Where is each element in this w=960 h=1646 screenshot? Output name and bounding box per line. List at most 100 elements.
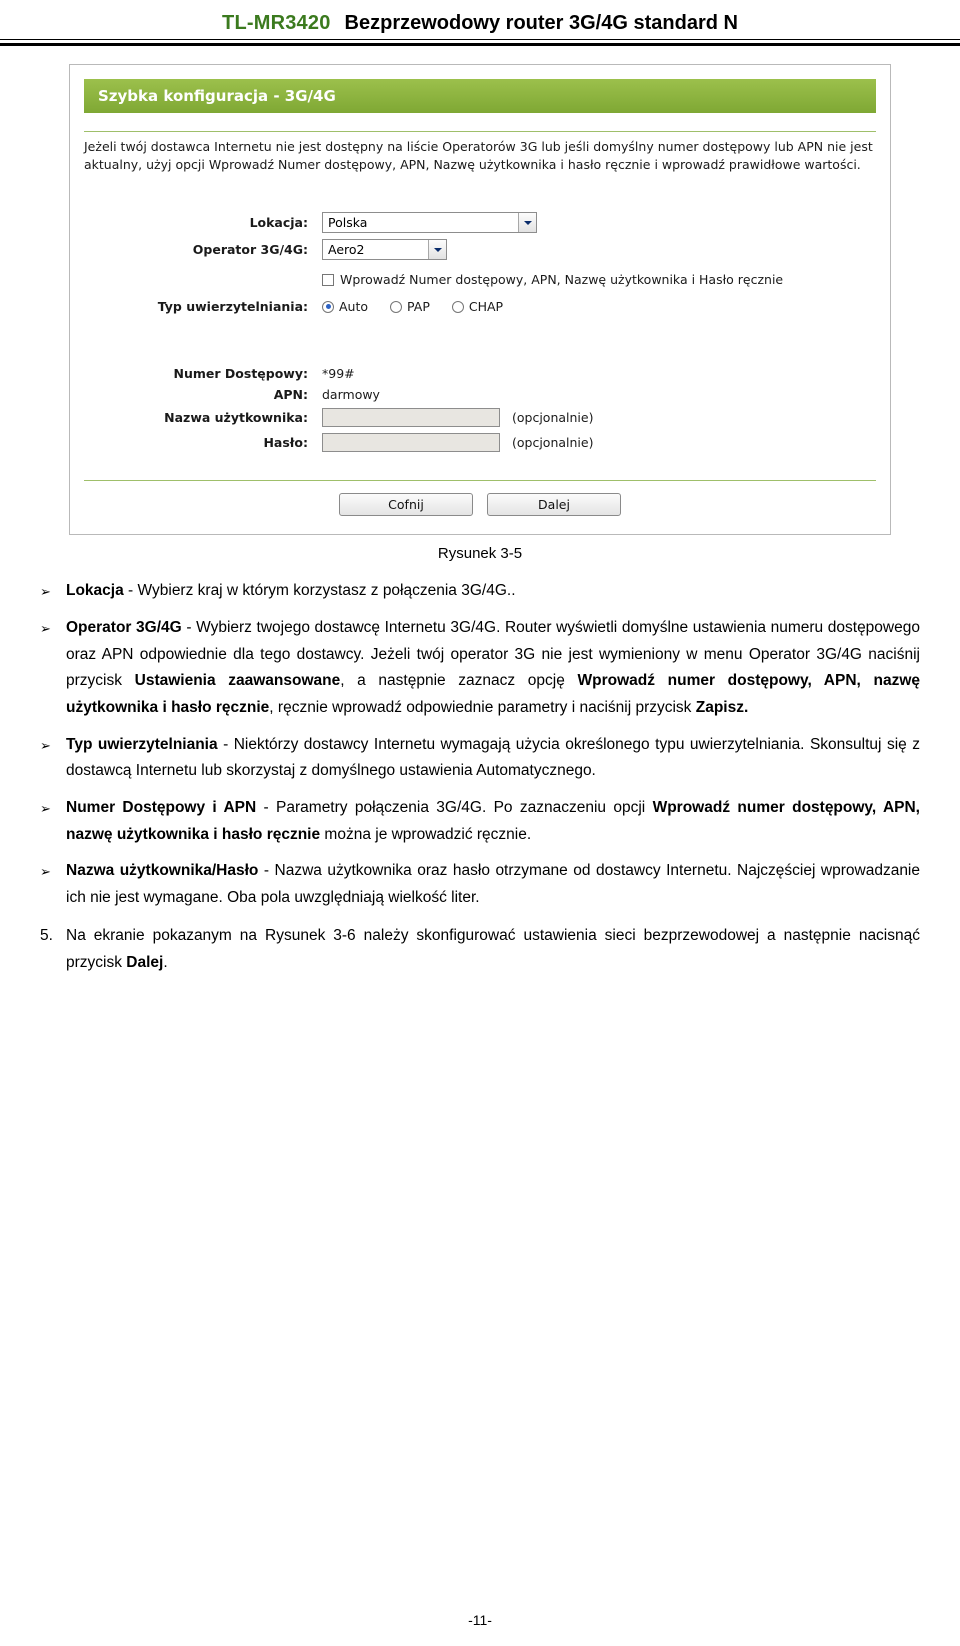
operator-field: Aero2 — [322, 239, 876, 261]
bullet-text: Nazwa użytkownika/Hasło - Nazwa użytkown… — [66, 858, 920, 911]
bullet-marker-icon: ➢ — [40, 864, 51, 880]
back-button[interactable]: Cofnij — [339, 493, 473, 517]
figure-wrap: Szybka konfiguracja - 3G/4G Jeżeli twój … — [0, 64, 960, 536]
panel-titlebar: Szybka konfiguracja - 3G/4G — [84, 79, 876, 113]
chevron-down-icon[interactable] — [518, 213, 536, 233]
bullet-item: ➢ Typ uwierzytelniania - Niektórzy dostaw… — [40, 732, 920, 785]
bullet-text: Operator 3G/4G - Wybierz twojego dostawc… — [66, 615, 920, 722]
numbered-list: 5. Na ekranie pokazanym na Rysunek 3-6 na… — [40, 923, 920, 976]
header-title: Bezprzewodowy router 3G/4G standard N — [344, 12, 738, 34]
manual-entry-checkbox-row[interactable]: Wprowadź Numer dostępowy, APN, Nazwę uży… — [322, 272, 783, 287]
panel-note: Jeżeli twój dostawca Internetu nie jest … — [84, 139, 873, 173]
body-text: , a następnie zaznacz opcję — [340, 672, 578, 690]
apn-field: darmowy — [322, 387, 876, 402]
access-number-label: Numer Dostępowy: — [173, 366, 308, 382]
username-field: (opcjonalnie) — [322, 408, 876, 428]
panel-top-divider — [84, 131, 876, 132]
form-spacer — [84, 320, 876, 366]
document-content: ➢ Lokacja - Wybierz kraj w którym korzyst… — [0, 562, 960, 977]
apn-value: darmowy — [322, 387, 380, 403]
row-apn: APN: darmowy — [84, 387, 876, 402]
emphasis-text: Operator 3G/4G — [66, 618, 182, 636]
auth-option-pap-label: PAP — [407, 299, 430, 315]
bullet-item: ➢ Operator 3G/4G - Wybierz twojego dostaw… — [40, 615, 920, 722]
bullet-list: ➢ Lokacja - Wybierz kraj w którym korzyst… — [40, 578, 920, 911]
emphasis-text: Dalej — [126, 954, 164, 972]
username-hint: (opcjonalnie) — [512, 410, 594, 426]
bullet-item: ➢ Nazwa użytkownika/Hasło - Nazwa użytkow… — [40, 858, 920, 911]
body-text: - Parametry połączenia 3G/4G. Po zaznacz… — [256, 798, 653, 816]
username-input[interactable] — [322, 408, 500, 428]
bullet-text: Lokacja - Wybierz kraj w którym korzysta… — [66, 578, 920, 605]
username-label: Nazwa użytkownika: — [164, 410, 308, 426]
next-button[interactable]: Dalej — [487, 493, 621, 517]
emphasis-text: Numer Dostępowy i APN — [66, 798, 257, 816]
body-text: , ręcznie wprowadź odpowiednie parametry… — [269, 698, 696, 716]
bullet-text: Typ uwierzytelniania - Niektórzy dostawc… — [66, 732, 920, 785]
apn-label: APN: — [273, 387, 308, 403]
body-text: . — [163, 954, 168, 972]
page-header: TL-MR3420 Bezprzewodowy router 3G/4G sta… — [0, 0, 960, 46]
operator-select[interactable]: Aero2 — [322, 239, 447, 261]
body-text: - Wybierz kraj w którym korzystasz z poł… — [123, 582, 516, 600]
header-rule-thin — [0, 39, 960, 40]
auth-type-field: Auto PAP CHAP — [322, 299, 876, 314]
lokacja-field: Polska — [322, 212, 876, 234]
access-number-field: *99# — [322, 366, 876, 381]
emphasis-text: Zapisz. — [695, 698, 749, 716]
chevron-down-icon[interactable] — [428, 240, 446, 260]
emphasis-text: Lokacja — [66, 582, 124, 600]
config-form: Lokacja: Polska Operator 3G/4G: Aero2 Wp… — [84, 212, 876, 453]
bullet-marker-icon: ➢ — [40, 584, 51, 600]
auth-option-pap[interactable]: PAP — [390, 299, 430, 314]
panel-title: Szybka konfiguracja - 3G/4G — [98, 87, 336, 105]
bullet-text: Numer Dostępowy i APN - Parametry połącz… — [66, 795, 920, 848]
password-label: Hasło: — [263, 435, 308, 451]
bullet-marker-icon: ➢ — [40, 800, 51, 816]
row-auth-type: Typ uwierzytelniania: Auto PAP CHAP — [84, 299, 876, 314]
header-model: TL-MR3420 — [222, 12, 331, 34]
body-text: można je wprowadzić ręcznie. — [320, 825, 532, 843]
panel-body: Lokacja: Polska Operator 3G/4G: Aero2 Wp… — [70, 184, 890, 453]
manual-entry-checkbox-label: Wprowadź Numer dostępowy, APN, Nazwę uży… — [340, 272, 784, 288]
operator-select-value: Aero2 — [328, 242, 365, 258]
auth-option-chap-label: CHAP — [468, 299, 504, 315]
row-access-number: Numer Dostępowy: *99# — [84, 366, 876, 381]
emphasis-text: Nazwa użytkownika/Hasło — [66, 862, 259, 880]
row-username: Nazwa użytkownika: (opcjonalnie) — [84, 408, 876, 428]
row-operator: Operator 3G/4G: Aero2 — [84, 239, 876, 261]
manual-checkbox-field: Wprowadź Numer dostępowy, APN, Nazwę uży… — [322, 266, 876, 293]
radio-pap[interactable] — [390, 300, 403, 313]
row-lokacja: Lokacja: Polska — [84, 212, 876, 234]
router-config-screenshot: Szybka konfiguracja - 3G/4G Jeżeli twój … — [69, 64, 891, 536]
password-hint: (opcjonalnie) — [512, 435, 594, 451]
manual-entry-checkbox[interactable] — [322, 273, 334, 286]
emphasis-text: Typ uwierzytelniania — [66, 735, 218, 753]
numbered-text: Na ekranie pokazanym na Rysunek 3-6 nale… — [66, 923, 920, 976]
access-number-value: *99# — [322, 366, 355, 382]
radio-auto[interactable] — [322, 300, 334, 313]
figure-caption: Rysunek 3-5 — [437, 545, 523, 563]
radio-chap[interactable] — [451, 300, 464, 313]
bullet-marker-icon: ➢ — [40, 620, 51, 636]
password-input[interactable] — [322, 433, 500, 453]
lokacja-select[interactable]: Polska — [322, 212, 537, 234]
emphasis-text: Ustawienia zaawansowane — [134, 672, 341, 690]
auth-type-radio-group: Auto PAP CHAP — [322, 299, 503, 314]
numbered-marker: 5. — [40, 927, 53, 945]
bullet-item: ➢ Numer Dostępowy i APN - Parametry połąc… — [40, 795, 920, 848]
body-text: Na ekranie pokazanym na Rysunek 3-6 nale… — [66, 927, 920, 972]
operator-label: Operator 3G/4G: — [192, 242, 308, 258]
row-manual-checkbox: Wprowadź Numer dostępowy, APN, Nazwę uży… — [84, 266, 876, 293]
auth-option-auto[interactable]: Auto — [322, 299, 368, 314]
header-rule — [0, 43, 960, 46]
row-password: Hasło: (opcjonalnie) — [84, 433, 876, 453]
numbered-item: 5. Na ekranie pokazanym na Rysunek 3-6 na… — [40, 923, 920, 976]
auth-option-auto-label: Auto — [339, 299, 369, 315]
page-number: -11- — [468, 1612, 492, 1628]
auth-option-chap[interactable]: CHAP — [451, 299, 504, 315]
password-field: (opcjonalnie) — [322, 433, 876, 453]
header-inner: TL-MR3420 Bezprzewodowy router 3G/4G sta… — [0, 0, 960, 35]
auth-type-label: Typ uwierzytelniania: — [157, 299, 308, 315]
panel-buttons: Cofnij Dalej — [70, 481, 890, 534]
